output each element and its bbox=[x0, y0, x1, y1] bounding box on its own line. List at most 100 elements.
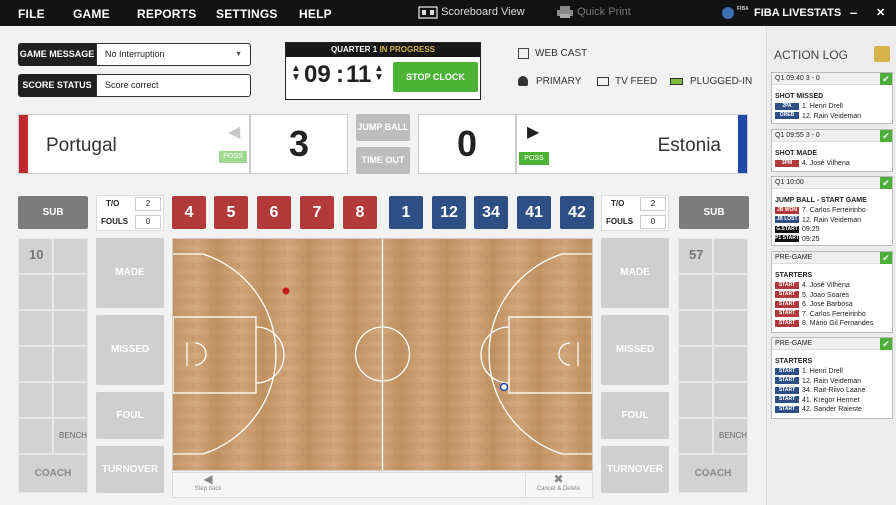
away-coach-button[interactable]: COACH bbox=[678, 454, 748, 493]
home-bench-slot[interactable] bbox=[18, 310, 53, 346]
away-player-button[interactable]: 34 bbox=[474, 196, 508, 229]
home-foul-button[interactable]: FOUL bbox=[96, 392, 164, 439]
log-player: 7. Carlos Ferreirinho bbox=[802, 207, 866, 214]
home-to-value[interactable]: 2 bbox=[135, 197, 161, 211]
away-team-panel[interactable]: ▶ POSS Estonia bbox=[516, 114, 748, 174]
away-bench-slot[interactable] bbox=[678, 418, 713, 454]
menu-file[interactable]: FILE bbox=[18, 7, 45, 21]
away-bench-slot[interactable] bbox=[678, 274, 713, 310]
check-icon[interactable]: ✔ bbox=[880, 338, 892, 350]
away-bench-slot[interactable] bbox=[713, 310, 748, 346]
away-bench-slot[interactable] bbox=[713, 382, 748, 418]
away-made-button[interactable]: MADE bbox=[601, 238, 669, 308]
game-message-select[interactable]: No Interruption ▼ bbox=[96, 43, 251, 66]
jump-ball-button[interactable]: JUMP BALL bbox=[356, 114, 410, 141]
close-button[interactable]: ✕ bbox=[876, 6, 885, 19]
home-coach-button[interactable]: COACH bbox=[18, 454, 88, 493]
away-bench-slot[interactable] bbox=[713, 346, 748, 382]
log-row: START 5. Joao Soares bbox=[772, 291, 892, 301]
away-missed-button[interactable]: MISSED bbox=[601, 315, 669, 385]
home-bench-slot[interactable] bbox=[18, 418, 53, 454]
log-card-header: PRE-GAME ✔ bbox=[772, 252, 892, 264]
cancel-delete-button[interactable]: ✖ Cancel & Delete bbox=[525, 473, 591, 497]
home-made-button[interactable]: MADE bbox=[96, 238, 164, 308]
away-foul-button[interactable]: FOUL bbox=[601, 392, 669, 439]
home-turnover-button[interactable]: TURNOVER bbox=[96, 446, 164, 493]
primary-status[interactable]: PRIMARY bbox=[518, 76, 581, 87]
home-bench-button[interactable]: BENCH bbox=[53, 418, 88, 454]
menu-reports[interactable]: REPORTS bbox=[137, 7, 196, 21]
check-icon[interactable]: ✔ bbox=[880, 130, 892, 142]
log-card[interactable]: Q1 09:55 3 - 0 ✔ SHOT MADE 3PM 4. José Vil… bbox=[771, 129, 893, 172]
home-player-button[interactable]: 8 bbox=[343, 196, 377, 229]
step-back-button[interactable]: ◀ Step back bbox=[175, 473, 241, 497]
home-bench-slot[interactable] bbox=[18, 346, 53, 382]
check-icon[interactable]: ✔ bbox=[880, 73, 892, 85]
home-bench-slot[interactable] bbox=[53, 310, 88, 346]
away-player-button[interactable]: 41 bbox=[517, 196, 551, 229]
minimize-button[interactable]: – bbox=[850, 5, 857, 20]
menu-settings[interactable]: SETTINGS bbox=[216, 7, 278, 21]
log-tag: START bbox=[775, 367, 799, 375]
away-turnover-button[interactable]: TURNOVER bbox=[601, 446, 669, 493]
scoreboard-icon bbox=[418, 6, 438, 19]
away-bench-button[interactable]: BENCH bbox=[713, 418, 748, 454]
log-card-title: JUMP BALL - START GAME bbox=[775, 197, 867, 204]
home-possession-arrow-icon[interactable]: ◀ bbox=[228, 122, 240, 142]
log-card[interactable]: Q1 10:00 ✔ JUMP BALL - START GAME JB WON 7… bbox=[771, 176, 893, 246]
stop-clock-button[interactable]: STOP CLOCK bbox=[393, 62, 478, 92]
minutes-stepper[interactable]: ▲ ▼ bbox=[291, 64, 301, 83]
home-player-button[interactable]: 4 bbox=[172, 196, 206, 229]
score-status-field[interactable]: Score correct bbox=[96, 74, 251, 97]
away-to-value[interactable]: 2 bbox=[640, 197, 666, 211]
away-bench-slot[interactable] bbox=[713, 274, 748, 310]
check-icon[interactable]: ✔ bbox=[880, 252, 892, 264]
home-fouls-value[interactable]: 0 bbox=[135, 215, 161, 229]
home-player-button[interactable]: 5 bbox=[214, 196, 248, 229]
away-bench-slot[interactable] bbox=[678, 310, 713, 346]
log-card[interactable]: Q1 09:40 3 - 0 ✔ SHOT MISSED 2PA 1. Henri … bbox=[771, 72, 893, 124]
home-bench-slot[interactable] bbox=[18, 382, 53, 418]
printer-icon bbox=[557, 6, 573, 18]
home-player-button[interactable]: 7 bbox=[300, 196, 334, 229]
log-card[interactable]: PRE-GAME ✔ STARTERS START 4. José Vilhena … bbox=[771, 251, 893, 333]
home-bench-slot[interactable] bbox=[53, 346, 88, 382]
basketball-court[interactable] bbox=[172, 238, 593, 471]
menu-bar: FILE GAME REPORTS SETTINGS HELP Scoreboa… bbox=[0, 0, 896, 26]
check-icon[interactable]: ✔ bbox=[880, 177, 892, 189]
expand-icon[interactable] bbox=[874, 46, 890, 62]
away-bench-slot[interactable] bbox=[678, 382, 713, 418]
seconds-stepper[interactable]: ▲ ▼ bbox=[374, 64, 384, 83]
away-bench-player[interactable]: 57 bbox=[678, 238, 713, 274]
home-bench-slot[interactable] bbox=[53, 382, 88, 418]
away-player-button[interactable]: 1 bbox=[389, 196, 423, 229]
away-possession-arrow-icon[interactable]: ▶ bbox=[527, 122, 539, 142]
away-bench-slot[interactable] bbox=[678, 346, 713, 382]
home-bench-slot[interactable] bbox=[53, 274, 88, 310]
home-player-button[interactable]: 6 bbox=[257, 196, 291, 229]
home-bench-player[interactable]: 10 bbox=[18, 238, 53, 274]
home-bench-slot[interactable] bbox=[53, 238, 88, 274]
log-tag: 3PM bbox=[775, 159, 799, 167]
tvfeed-status[interactable]: TV FEED bbox=[597, 76, 657, 87]
plugged-in-status[interactable]: PLUGGED-IN bbox=[670, 76, 752, 87]
away-to-label: T/O bbox=[611, 199, 625, 208]
away-fouls-value[interactable]: 0 bbox=[640, 215, 666, 229]
home-team-panel[interactable]: Portugal ◀ POSS bbox=[18, 114, 250, 174]
webcast-status[interactable]: WEB CAST bbox=[518, 48, 587, 59]
away-player-button[interactable]: 12 bbox=[432, 196, 466, 229]
away-player-button[interactable]: 42 bbox=[560, 196, 594, 229]
away-bench-slot[interactable] bbox=[713, 238, 748, 274]
away-sub-button[interactable]: SUB bbox=[679, 196, 749, 229]
away-team-name: Estonia bbox=[657, 135, 721, 156]
home-missed-button[interactable]: MISSED bbox=[96, 315, 164, 385]
home-sub-button[interactable]: SUB bbox=[18, 196, 88, 229]
time-out-button[interactable]: TIME OUT bbox=[356, 147, 410, 174]
home-bench-slot[interactable] bbox=[18, 274, 53, 310]
menu-game[interactable]: GAME bbox=[73, 7, 110, 21]
scoreboard-view-button[interactable]: Scoreboard View bbox=[418, 5, 525, 19]
menu-help[interactable]: HELP bbox=[299, 7, 332, 21]
primary-label: PRIMARY bbox=[536, 76, 582, 87]
quick-print-button[interactable]: Quick Print bbox=[556, 5, 631, 19]
log-card[interactable]: PRE-GAME ✔ STARTERS START 1. Henri Drell S… bbox=[771, 337, 893, 419]
